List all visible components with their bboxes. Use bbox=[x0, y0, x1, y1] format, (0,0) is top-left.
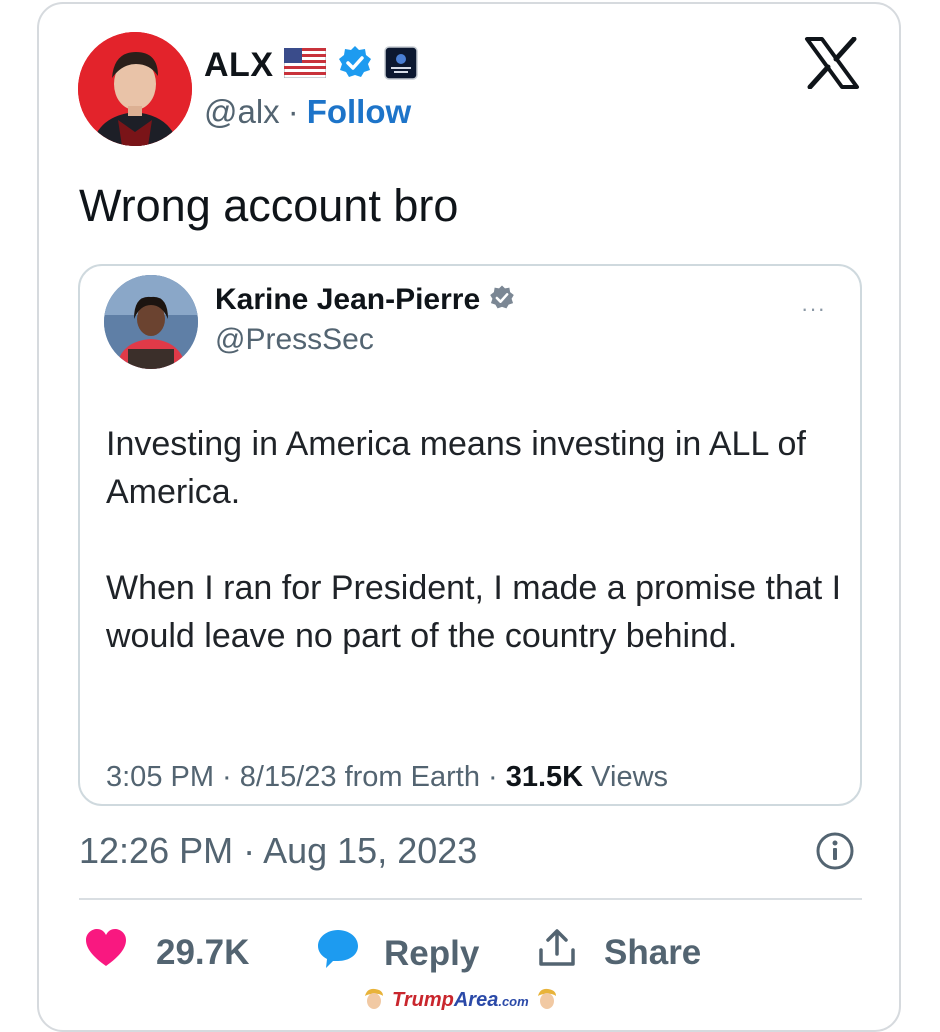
share-button[interactable]: Share bbox=[538, 928, 701, 977]
like-button[interactable]: 29.7K bbox=[84, 928, 249, 977]
watermark-brand-b: Area bbox=[453, 988, 499, 1011]
more-options-icon[interactable]: ··· bbox=[801, 296, 826, 322]
quoted-author-avatar[interactable] bbox=[104, 275, 198, 369]
reply-bubble-icon bbox=[316, 928, 360, 979]
verified-badge-icon[interactable] bbox=[488, 284, 516, 317]
quoted-paragraph: When I ran for President, I made a promi… bbox=[106, 569, 842, 655]
quoted-tweet-text: Investing in America means investing in … bbox=[106, 420, 846, 660]
author-handle[interactable]: @alx bbox=[204, 93, 280, 131]
us-flag-icon bbox=[283, 47, 326, 83]
tweet-timestamp[interactable]: 12:26 PM · Aug 15, 2023 bbox=[79, 830, 477, 872]
separator-dot: · bbox=[287, 93, 299, 130]
share-icon bbox=[538, 928, 576, 977]
trump-face-icon bbox=[362, 986, 386, 1015]
author-line: ALX bbox=[204, 44, 418, 86]
watermark-brand-a: Trump bbox=[392, 988, 454, 1011]
divider bbox=[79, 898, 862, 900]
x-logo-icon[interactable] bbox=[804, 36, 860, 90]
watermark-suffix: .com bbox=[498, 993, 529, 1009]
quoted-views-label: Views bbox=[583, 761, 669, 793]
reply-label: Reply bbox=[384, 933, 480, 973]
handle-line: @alx · Follow bbox=[204, 93, 411, 131]
author-name[interactable]: ALX bbox=[204, 46, 274, 85]
quoted-paragraph: Investing in America means investing in … bbox=[106, 425, 806, 511]
share-label: Share bbox=[604, 932, 702, 972]
info-icon[interactable] bbox=[815, 831, 855, 871]
like-count: 29.7K bbox=[156, 932, 250, 972]
quoted-name-line: Karine Jean-Pierre bbox=[215, 283, 516, 317]
quoted-meta-prefix: 3:05 PM · 8/15/23 from Earth · bbox=[106, 761, 506, 793]
tweet-text: Wrong account bro bbox=[79, 180, 459, 231]
watermark-text: TrumpArea.com bbox=[392, 989, 529, 1012]
reply-button[interactable]: Reply bbox=[316, 928, 479, 979]
quoted-author-handle[interactable]: @PressSec bbox=[215, 323, 374, 357]
author-avatar[interactable] bbox=[78, 32, 192, 146]
follow-button[interactable]: Follow bbox=[307, 93, 411, 131]
affiliate-badge-icon[interactable] bbox=[383, 45, 418, 85]
quoted-meta: 3:05 PM · 8/15/23 from Earth · 31.5K Vie… bbox=[106, 761, 668, 794]
trump-face-icon bbox=[535, 986, 559, 1015]
verified-badge-icon[interactable] bbox=[336, 44, 374, 87]
heart-icon bbox=[84, 928, 128, 977]
trumparea-watermark: TrumpArea.com bbox=[362, 987, 559, 1013]
quoted-author-name[interactable]: Karine Jean-Pierre bbox=[215, 283, 480, 317]
quoted-views-count: 31.5K bbox=[505, 761, 584, 793]
